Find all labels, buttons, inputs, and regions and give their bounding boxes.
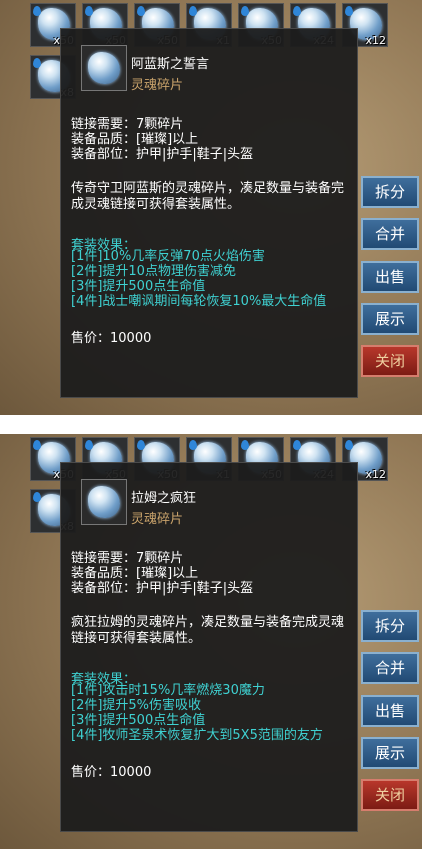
merge-button[interactable]: 合并 bbox=[361, 218, 419, 250]
item-price: 售价：10000 bbox=[71, 331, 152, 346]
water-drop-icon bbox=[33, 6, 41, 16]
sell-button[interactable]: 出售 bbox=[361, 695, 419, 727]
show-button[interactable]: 展示 bbox=[361, 737, 419, 769]
set-effect-line: [3件]提升500点生命值 bbox=[71, 713, 206, 728]
slot-count: x12 bbox=[365, 468, 386, 481]
soul-fragment-gem-icon bbox=[88, 486, 120, 518]
water-drop-icon bbox=[241, 6, 249, 16]
item-description: 疯狂拉姆的灵魂碎片，凑足数量与装备完成灵魂链接可获得套装属性。 bbox=[71, 615, 345, 646]
item-tooltip-panel: 拉姆之疯狂 灵魂碎片 链接需要：7颗碎片 装备品质：[璀璨]以上 装备部位：护甲… bbox=[60, 462, 358, 832]
item-price: 售价：10000 bbox=[71, 765, 152, 780]
water-drop-icon bbox=[345, 6, 353, 16]
equip-slots: 装备部位：护甲|护手|鞋子|头盔 bbox=[71, 147, 254, 162]
set-effect-line: [3件]提升500点生命值 bbox=[71, 279, 206, 294]
set-effect-line: [2件]提升5%伤害吸收 bbox=[71, 698, 202, 713]
set-effect-line: [4件]牧师圣泉术恢复扩大到5X5范围的友方 bbox=[71, 728, 323, 743]
item-name: 拉姆之疯狂 bbox=[131, 491, 197, 506]
close-button[interactable]: 关闭 bbox=[361, 779, 419, 811]
bag-screen-1: x50 x50 x50 x1 x50 x24 x12 x8 阿蓝斯之誓言 灵魂碎… bbox=[0, 0, 422, 415]
water-drop-icon bbox=[137, 440, 145, 450]
soul-fragment-gem-icon bbox=[88, 52, 120, 84]
slot-count: x12 bbox=[365, 34, 386, 47]
show-button[interactable]: 展示 bbox=[361, 303, 419, 335]
item-type: 灵魂碎片 bbox=[131, 512, 184, 527]
item-tooltip-panel: 阿蓝斯之誓言 灵魂碎片 链接需要：7颗碎片 装备品质：[璀璨]以上 装备部位：护… bbox=[60, 28, 358, 398]
equip-quality: 装备品质：[璀璨]以上 bbox=[71, 566, 199, 581]
equip-quality: 装备品质：[璀璨]以上 bbox=[71, 132, 199, 147]
link-requirement: 链接需要：7颗碎片 bbox=[71, 551, 184, 566]
item-type: 灵魂碎片 bbox=[131, 78, 184, 93]
water-drop-icon bbox=[33, 58, 41, 68]
equip-slots: 装备部位：护甲|护手|鞋子|头盔 bbox=[71, 581, 254, 596]
water-drop-icon bbox=[189, 440, 197, 450]
water-drop-icon bbox=[85, 6, 93, 16]
water-drop-icon bbox=[33, 492, 41, 502]
item-icon-frame bbox=[81, 45, 127, 91]
set-effect-line: [1件]10%几率反弹70点火焰伤害 bbox=[71, 249, 265, 264]
water-drop-icon bbox=[85, 440, 93, 450]
split-button[interactable]: 拆分 bbox=[361, 610, 419, 642]
set-effect-line: [4件]战士嘲讽期间每轮恢复10%最大生命值 bbox=[71, 294, 327, 309]
item-icon-frame bbox=[81, 479, 127, 525]
link-requirement: 链接需要：7颗碎片 bbox=[71, 117, 184, 132]
water-drop-icon bbox=[189, 6, 197, 16]
water-drop-icon bbox=[137, 6, 145, 16]
set-effect-line: [1件]攻击时15%几率燃烧30魔力 bbox=[71, 683, 265, 698]
split-button[interactable]: 拆分 bbox=[361, 176, 419, 208]
water-drop-icon bbox=[345, 440, 353, 450]
bag-screen-2: x50 x50 x50 x1 x50 x24 x12 x8 拉姆之疯狂 灵魂碎片… bbox=[0, 434, 422, 849]
sell-button[interactable]: 出售 bbox=[361, 261, 419, 293]
close-button[interactable]: 关闭 bbox=[361, 345, 419, 377]
water-drop-icon bbox=[33, 440, 41, 450]
merge-button[interactable]: 合并 bbox=[361, 652, 419, 684]
item-name: 阿蓝斯之誓言 bbox=[131, 57, 210, 72]
water-drop-icon bbox=[293, 440, 301, 450]
water-drop-icon bbox=[293, 6, 301, 16]
water-drop-icon bbox=[241, 440, 249, 450]
item-description: 传奇守卫阿蓝斯的灵魂碎片，凑足数量与装备完成灵魂链接可获得套装属性。 bbox=[71, 181, 345, 212]
set-effect-line: [2件]提升10点物理伤害减免 bbox=[71, 264, 236, 279]
